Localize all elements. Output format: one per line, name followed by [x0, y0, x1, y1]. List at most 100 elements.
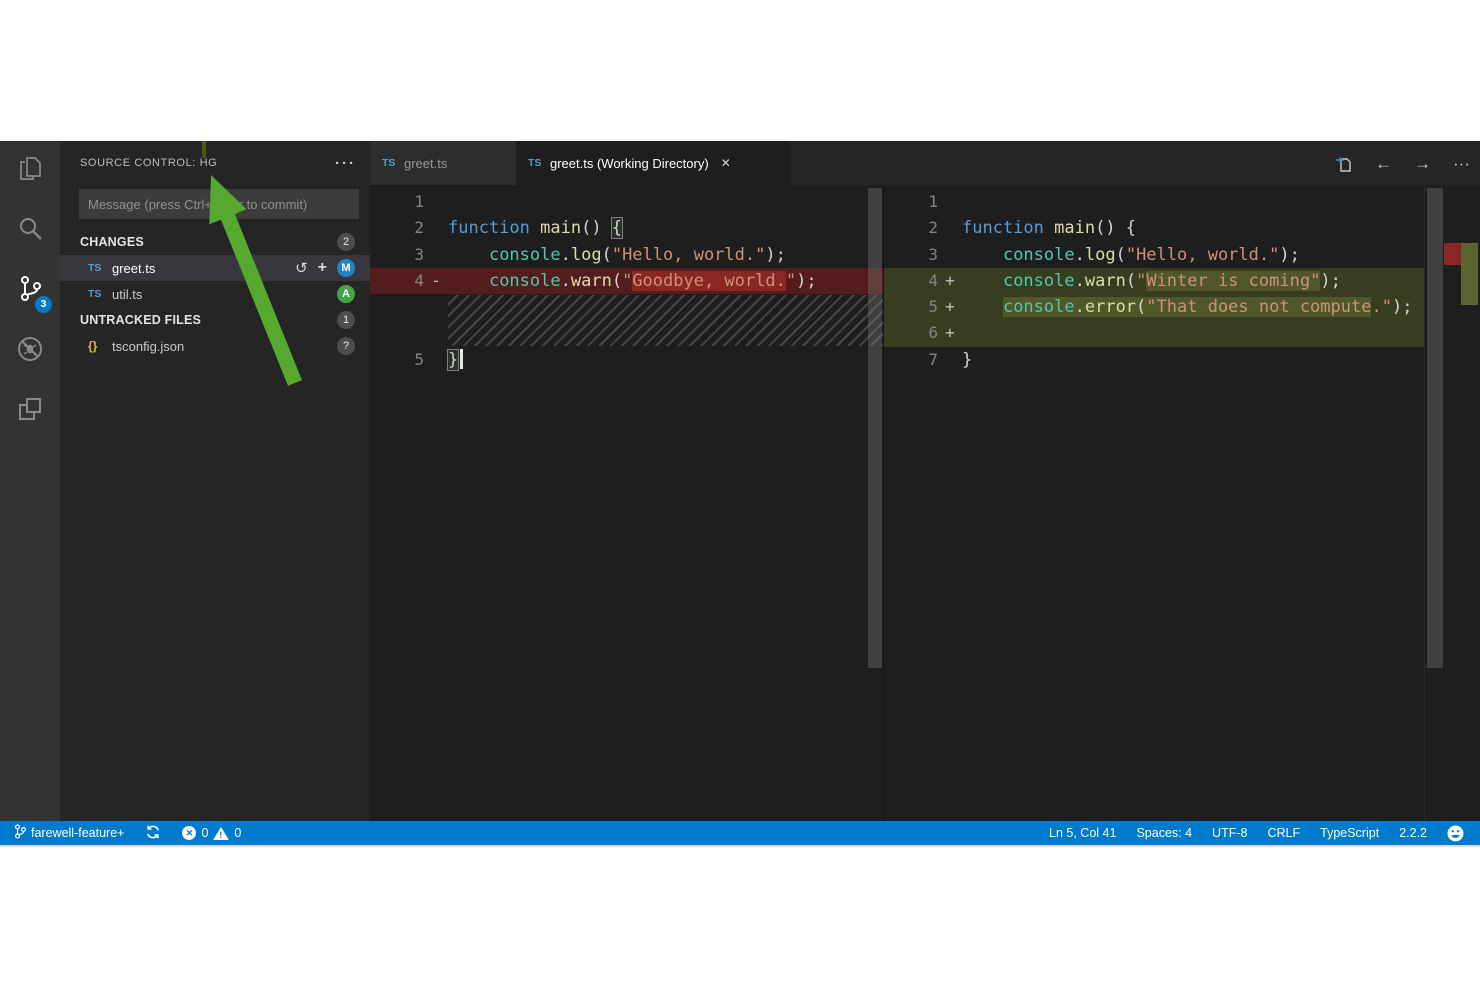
code-token: " — [622, 271, 632, 291]
file-row-greet[interactable]: TS greet.ts ↺ + M — [60, 255, 370, 281]
code-line[interactable]: 5} — [370, 347, 883, 373]
status-bar: farewell-feature+ ✕ 0 ! — [0, 821, 1480, 845]
code-token: console — [1003, 297, 1075, 317]
code-token: ( — [1116, 245, 1126, 265]
line-number: 2 — [884, 215, 938, 241]
code-token: ( — [1136, 297, 1146, 317]
code-token: log — [1085, 245, 1116, 265]
code-line[interactable]: 6+ — [884, 320, 1480, 346]
untracked-section-header[interactable]: UNTRACKED FILES 1 — [60, 307, 370, 333]
line-number: 1 — [370, 189, 424, 215]
code-line[interactable]: 1 — [370, 189, 883, 215]
more-actions-icon[interactable]: ··· — [1453, 155, 1470, 172]
code-token: ); — [1392, 297, 1412, 317]
line-number: 4 — [370, 268, 424, 294]
code-token: "Hello, world." — [1126, 245, 1280, 265]
diff-sign — [424, 242, 448, 268]
warning-icon: ! — [213, 827, 229, 840]
encoding-setting[interactable]: UTF-8 — [1206, 826, 1253, 840]
activity-bar: 3 — [0, 141, 60, 821]
close-icon[interactable]: ✕ — [721, 156, 731, 170]
code-line[interactable]: 2function main() { — [370, 215, 883, 241]
code-line[interactable]: 2function main() { — [884, 215, 1480, 241]
branch-indicator[interactable]: farewell-feature+ — [10, 824, 128, 842]
code-line[interactable]: 4+ console.warn("Winter is coming"); — [884, 268, 1480, 294]
indentation-setting[interactable]: Spaces: 4 — [1130, 826, 1198, 840]
matched-bracket: { — [612, 218, 622, 238]
sidebar-item-extensions[interactable] — [0, 381, 60, 441]
matched-bracket: } — [448, 350, 458, 370]
sync-button[interactable] — [142, 825, 164, 842]
open-file-icon[interactable] — [1335, 154, 1353, 173]
code-token: console — [1003, 245, 1075, 265]
right-editor-scrollbar[interactable] — [1427, 188, 1443, 668]
code-token: { — [1126, 218, 1136, 238]
changes-section-header[interactable]: CHANGES 2 — [60, 229, 370, 255]
cursor-position[interactable]: Ln 5, Col 41 — [1043, 826, 1122, 840]
code-text: } — [962, 347, 972, 373]
sidebar-item-source-control[interactable]: 3 — [0, 261, 60, 321]
code-token: . — [561, 245, 571, 265]
previous-change-icon[interactable]: ← — [1375, 155, 1392, 172]
sidebar-item-debug[interactable] — [0, 321, 60, 381]
code-token: error — [1085, 297, 1136, 317]
code-token: " — [1310, 271, 1320, 291]
tab-greet-ts[interactable]: TS greet.ts — [370, 141, 516, 185]
code-token: ); — [796, 271, 816, 291]
sidebar-item-explorer[interactable] — [0, 141, 60, 201]
code-token: ); — [765, 245, 785, 265]
code-line[interactable]: 7} — [884, 347, 1480, 373]
diff-sign: + — [938, 294, 962, 320]
commit-message-input[interactable] — [79, 189, 359, 219]
sidebar-item-search[interactable] — [0, 201, 60, 261]
code-token: function — [448, 218, 540, 238]
tab-greet-ts-working-directory[interactable]: TS greet.ts (Working Directory) ✕ — [516, 141, 790, 185]
code-token: . — [1075, 271, 1085, 291]
vscode-window: 3 — [0, 141, 1480, 845]
next-change-icon[interactable]: → — [1414, 155, 1431, 172]
diff-sign — [938, 347, 962, 373]
code-token: "That does not compute — [1146, 297, 1371, 317]
diff-modified-pane: 12function main() {3 console.log("Hello,… — [883, 185, 1480, 821]
code-line[interactable]: 3 console.log("Hello, world."); — [884, 242, 1480, 268]
code-line[interactable]: 5+ console.error("That does not compute.… — [884, 294, 1480, 320]
more-actions-icon[interactable]: ··· — [335, 155, 356, 172]
code-token: main — [1054, 218, 1095, 238]
search-icon — [15, 214, 45, 249]
code-token: "Hello, world." — [612, 245, 766, 265]
code-token: . — [561, 271, 571, 291]
code-token: Winter is coming — [1146, 271, 1310, 291]
version-indicator[interactable]: 2.2.2 — [1393, 826, 1433, 840]
status-badge-modified: M — [337, 259, 355, 277]
code-token: console — [1003, 271, 1075, 291]
left-editor-scrollbar[interactable] — [868, 188, 882, 668]
diff-sign — [938, 215, 962, 241]
diff-original-pane: 12function main() {3 console.log("Hello,… — [370, 185, 883, 821]
code-token: function — [962, 218, 1054, 238]
line-number: 4 — [884, 268, 938, 294]
error-icon: ✕ — [182, 826, 196, 840]
diff-sign — [424, 347, 448, 373]
typescript-file-icon: TS — [382, 157, 404, 169]
code-line[interactable]: 3 console.log("Hello, world."); — [370, 242, 883, 268]
problems-indicator[interactable]: ✕ 0 ! 0 — [178, 826, 245, 840]
feedback-smiley-icon[interactable] — [1441, 825, 1470, 842]
diff-filler-region[interactable] — [370, 294, 883, 347]
code-token — [962, 271, 1003, 291]
status-badge-added: A — [337, 285, 355, 303]
discard-changes-icon[interactable]: ↺ — [295, 261, 308, 276]
code-token: Goodbye, world. — [632, 271, 786, 291]
debug-disabled-icon — [14, 333, 46, 370]
code-token: . — [1075, 245, 1085, 265]
file-row-util[interactable]: TS util.ts A — [60, 281, 370, 307]
code-token: " — [1136, 271, 1146, 291]
stage-changes-icon[interactable]: + — [318, 260, 327, 276]
code-line[interactable]: 4- console.warn("Goodbye, world."); — [370, 268, 883, 294]
language-mode[interactable]: TypeScript — [1314, 826, 1385, 840]
code-token — [448, 271, 489, 291]
code-text: function main() { — [448, 215, 622, 241]
file-row-tsconfig[interactable]: {} tsconfig.json ? — [60, 333, 370, 359]
code-line[interactable]: 1 — [884, 189, 1480, 215]
eol-setting[interactable]: CRLF — [1261, 826, 1306, 840]
code-token: () — [581, 218, 612, 238]
